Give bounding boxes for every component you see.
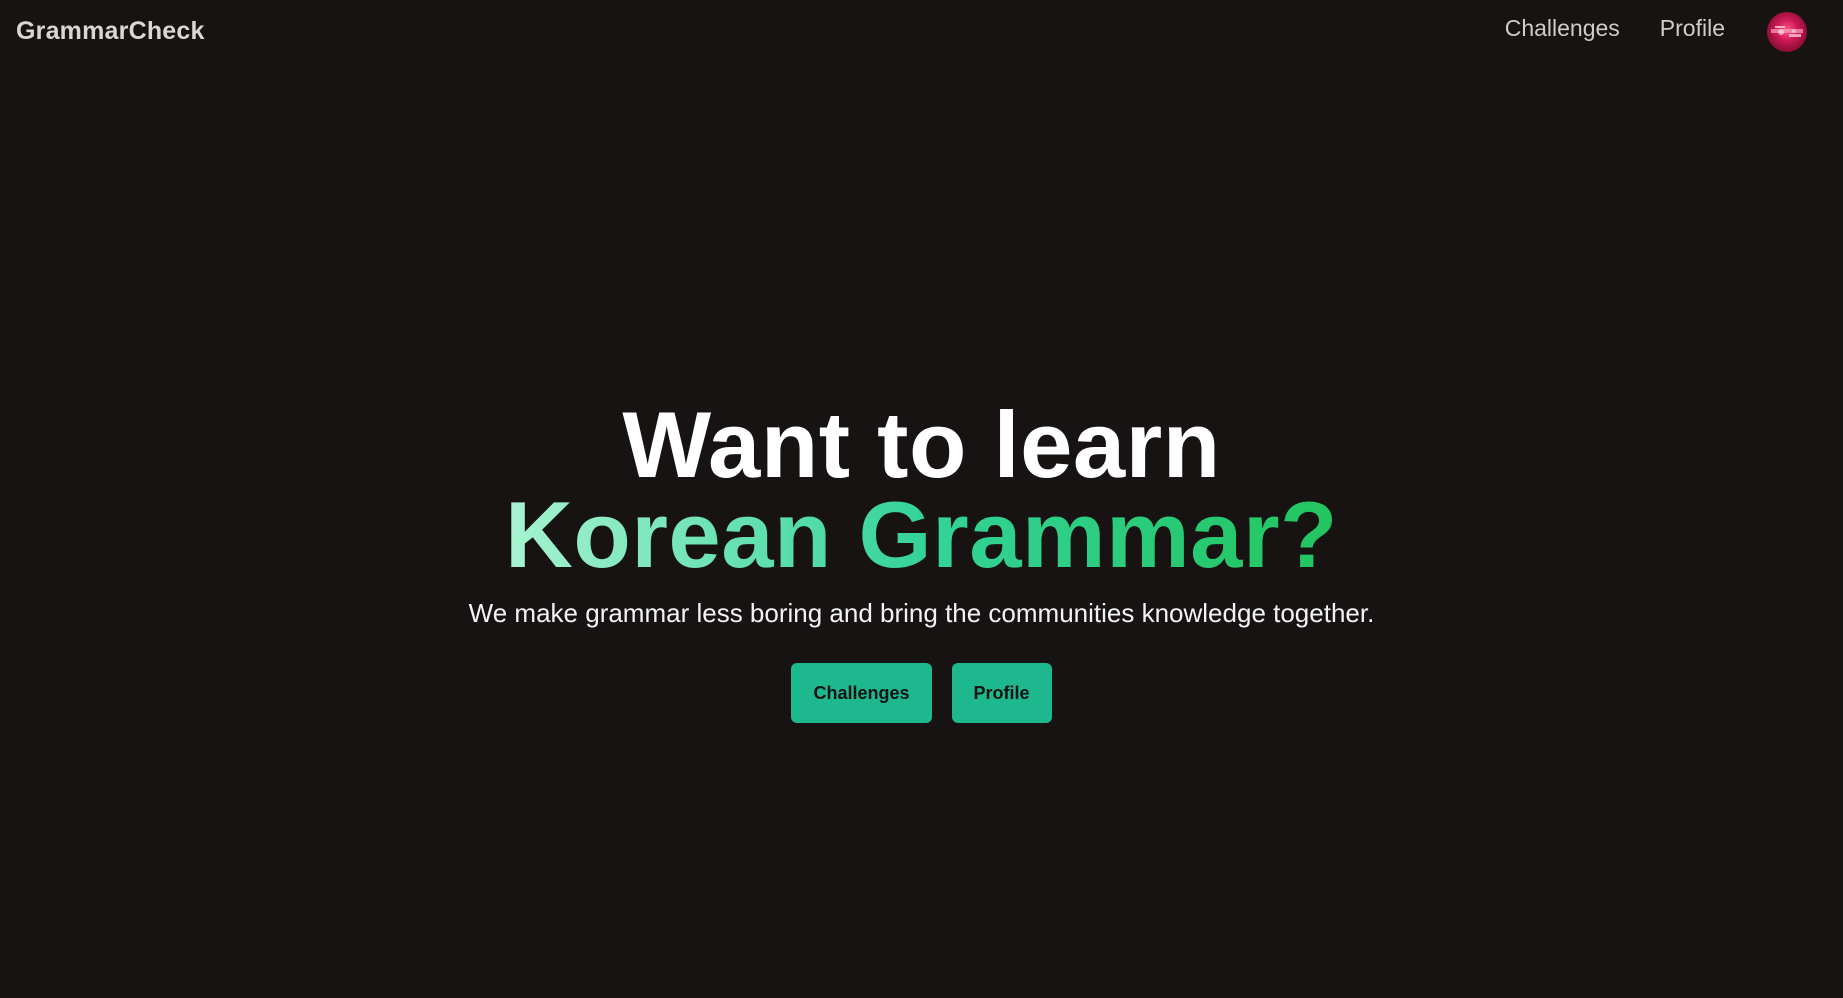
hero-section: Want to learn Korean Grammar? We make gr… bbox=[0, 392, 1843, 723]
headline-line-2-gradient: Korean Grammar? bbox=[505, 482, 1338, 587]
nav-link-profile[interactable]: Profile bbox=[1660, 15, 1725, 42]
nav-links: Challenges Profile bbox=[1505, 15, 1725, 42]
user-avatar[interactable] bbox=[1767, 12, 1807, 52]
avatar-image-icon bbox=[1771, 26, 1803, 37]
hero-headline: Want to learn Korean Grammar? bbox=[0, 392, 1843, 587]
top-navbar: GrammarCheck Challenges Profile bbox=[0, 0, 1843, 62]
nav-link-challenges[interactable]: Challenges bbox=[1505, 15, 1620, 42]
headline-line-1: Want to learn bbox=[622, 392, 1221, 497]
cta-button-row: Challenges Profile bbox=[0, 663, 1843, 723]
profile-button[interactable]: Profile bbox=[951, 663, 1052, 723]
brand-logo[interactable]: GrammarCheck bbox=[16, 17, 205, 46]
challenges-button[interactable]: Challenges bbox=[791, 663, 932, 723]
hero-tagline: We make grammar less boring and bring th… bbox=[468, 598, 1375, 628]
